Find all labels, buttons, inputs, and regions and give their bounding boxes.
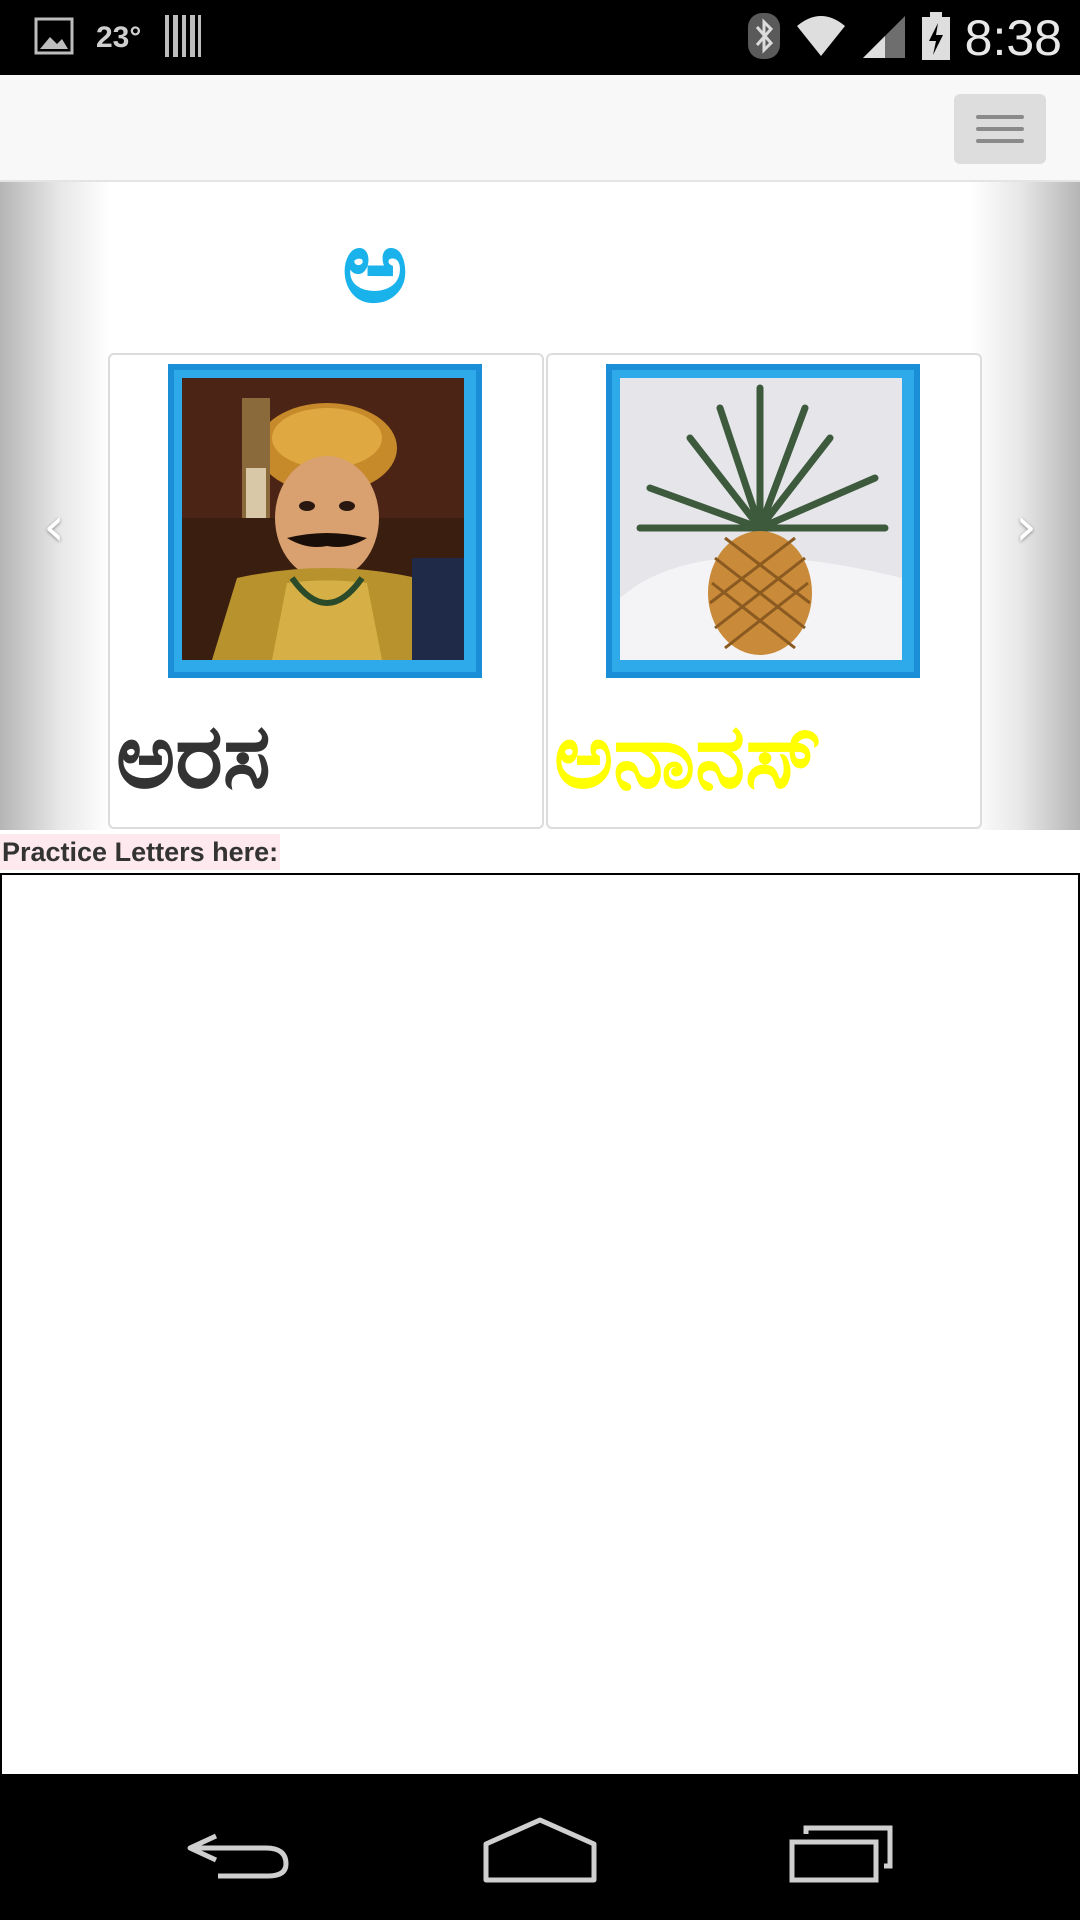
barcode-icon	[163, 13, 203, 63]
recents-icon[interactable]	[782, 1806, 902, 1890]
practice-drawing-canvas[interactable]	[0, 873, 1080, 1776]
hamburger-menu-icon[interactable]	[954, 94, 1046, 164]
word-label: ಅನಾನಸ್	[554, 704, 823, 809]
king-portrait-image	[182, 378, 468, 664]
battery-charging-icon	[921, 11, 951, 65]
signal-icon	[861, 12, 907, 64]
word-image-frame	[168, 364, 482, 678]
image-icon	[34, 17, 74, 59]
temperature-text: 23°	[96, 21, 142, 54]
word-card: ಅರಸ	[108, 353, 544, 829]
navigation-bar	[0, 1776, 1080, 1920]
chevron-left-icon[interactable]: ‹	[34, 500, 74, 554]
letter-carousel[interactable]: ‹ › ಅ ಅರಸ ಅನಾನಸ್	[0, 182, 1080, 830]
word-image-frame	[606, 364, 920, 678]
wifi-icon	[795, 14, 847, 62]
chevron-right-icon[interactable]: ›	[1006, 500, 1046, 554]
letter-heading: ಅ	[342, 208, 408, 325]
home-icon[interactable]	[480, 1806, 600, 1890]
back-icon[interactable]	[178, 1806, 298, 1890]
clock-text: 8:38	[964, 10, 1062, 66]
pineapple-image	[620, 378, 906, 664]
bluetooth-icon	[747, 12, 781, 64]
status-bar: 23° 8:38	[0, 0, 1080, 75]
word-label: ಅರಸ	[116, 704, 271, 809]
practice-label: Practice Letters here:	[0, 834, 281, 870]
word-card: ಅನಾನಸ್	[546, 353, 982, 829]
app-header	[0, 75, 1080, 182]
